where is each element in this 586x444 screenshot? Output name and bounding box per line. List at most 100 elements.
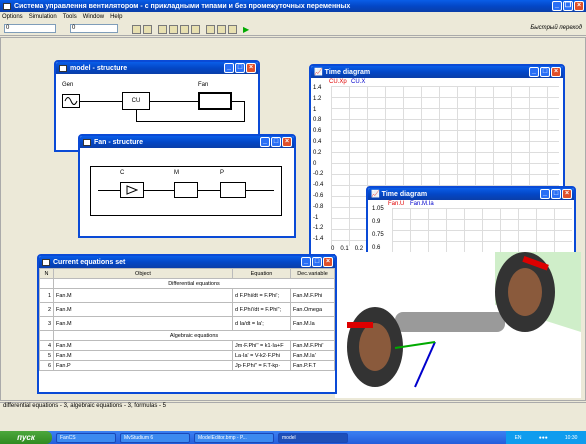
y-tick-label: 1.4 (313, 85, 322, 91)
task-label: FanCS (60, 434, 76, 441)
table-row[interactable]: 4 Fan.M Jm·F.Phi'' = k1·Ia+F Fan.M.F.Phi' (39, 340, 335, 351)
model-maximize-button[interactable]: □ (235, 63, 245, 73)
task-model[interactable]: model (278, 432, 348, 443)
table-row[interactable]: 6 Fan.P Jp·F.Phi'' = F.T-kp· Fan.P.F.T (39, 360, 335, 371)
play-icon[interactable]: ▶ (243, 25, 249, 34)
legend-cu-xp: CU.Xp (329, 79, 347, 85)
cu-block[interactable]: CU (122, 92, 150, 110)
time1-maximize-button[interactable]: □ (540, 67, 550, 77)
row-n: 2 (39, 302, 54, 317)
table-row[interactable]: 1 Fan.M d F.Phi/dt = F.Phi'; Fan.M.F.Phi (39, 288, 335, 303)
language-indicator[interactable]: EN (515, 435, 522, 441)
taskbar: пуск FanCS MvStudium 6 ModelEditor.bmp -… (0, 431, 586, 444)
header-n[interactable]: N (39, 268, 54, 279)
toolbar-icon-3[interactable] (158, 24, 167, 34)
model-close-button[interactable]: × (246, 63, 256, 73)
feedback-vertical (244, 101, 245, 121)
model-minimize-button[interactable]: _ (224, 63, 234, 73)
toolbar-icon-1[interactable] (132, 24, 141, 34)
fan-structure-window[interactable]: Fan - structure _ □ × C M P (78, 134, 296, 238)
fan-maximize-button[interactable]: □ (271, 137, 281, 147)
c-block[interactable] (120, 182, 144, 198)
eq-minimize-button[interactable]: _ (301, 257, 311, 267)
row-equation: Jm·F.Phi'' = k1·Ia+F (232, 340, 291, 351)
time1-titlebar: 📈 Time diagram _ □ × (311, 66, 563, 78)
3d-view[interactable] (335, 252, 581, 398)
menu-tools[interactable]: Tools (63, 14, 77, 20)
row-n: 6 (39, 360, 54, 371)
fan-close-button[interactable]: × (282, 137, 292, 147)
time2-close-button[interactable]: × (562, 189, 572, 199)
time2-title: Time diagram (381, 190, 428, 198)
task-mvstudium[interactable]: MvStudium 6 (120, 432, 190, 443)
minimize-button[interactable]: _ (552, 1, 562, 11)
equations-window[interactable]: Current equations set _ □ × N Object Equat… (37, 254, 337, 394)
toolbar-icon-5[interactable] (180, 24, 189, 34)
table-row[interactable]: 2 Fan.M d F.Phi'/dt = F.Phi''; Fan.Omega (39, 302, 335, 317)
graph-icon: 📈 (371, 191, 380, 198)
close-button[interactable]: × (574, 1, 584, 11)
toolbar-icon-7[interactable] (206, 24, 215, 34)
gen-block[interactable] (62, 94, 80, 108)
table-icon (42, 258, 50, 266)
system-tray: EN ●●● 10:30 (506, 431, 586, 444)
table-row[interactable]: 5 Fan.M La·Ia' = V-k2·F.Phi Fan.M.Ia' (39, 350, 335, 361)
row-equation: d F.Phi'/dt = F.Phi''; (232, 302, 291, 317)
fan-minimize-button[interactable]: _ (260, 137, 270, 147)
menu-options[interactable]: Options (2, 14, 23, 20)
menu-help[interactable]: Help (110, 14, 122, 20)
header-object[interactable]: Object (53, 268, 233, 279)
time2-minimize-button[interactable]: _ (540, 189, 550, 199)
model-window-title: model - structure (70, 64, 128, 72)
m-block[interactable] (174, 182, 198, 198)
left-wheel-hub (359, 323, 391, 371)
fan-window-title: Fan - structure (94, 138, 144, 146)
quick-jump-button[interactable]: Быстрый переход (530, 25, 582, 31)
restore-button[interactable]: ❐ (563, 1, 573, 11)
header-equation[interactable]: Equation (232, 268, 291, 279)
toolbar-icon-4[interactable] (169, 24, 178, 34)
task-modeleditor[interactable]: ModelEditor.bmp - P... (194, 432, 274, 443)
structure-icon (59, 64, 67, 72)
app-icon (3, 2, 11, 10)
start-button[interactable]: пуск (0, 431, 52, 444)
fan-block[interactable] (198, 92, 232, 110)
m-label: M (174, 170, 179, 176)
y-tick-label: -0.2 (313, 171, 324, 178)
toolbar-icon-9[interactable] (228, 24, 237, 34)
equations-title: Current equations set (53, 258, 126, 266)
time2-titlebar: 📈 Time diagram _ □ × (368, 188, 574, 200)
app-title: Система управлення вентилятором - с прик… (14, 2, 351, 10)
sine-icon (64, 97, 78, 105)
task-fancs[interactable]: FanCS (56, 432, 116, 443)
p-block[interactable] (220, 182, 246, 198)
app-titlebar: Система управлення вентилятором - с прик… (0, 0, 586, 12)
time-field-2[interactable]: 0 (70, 24, 118, 33)
time1-close-button[interactable]: × (551, 67, 561, 77)
toolbar-icon-2[interactable] (143, 24, 152, 34)
toolbar-icon-8[interactable] (217, 24, 226, 34)
menu-simulation[interactable]: Simulation (29, 14, 57, 20)
amplifier-icon (126, 185, 138, 195)
link-gen-cu (80, 101, 122, 102)
header-dec-variable[interactable]: Dec.variable (290, 268, 335, 279)
toolbar-icon-6[interactable] (191, 24, 200, 34)
menu-window[interactable]: Window (83, 14, 104, 20)
time1-minimize-button[interactable]: _ (529, 67, 539, 77)
feedback-horizontal (136, 121, 245, 122)
axle-shape (395, 312, 505, 332)
row-variable: Fan.M.F.Phi (290, 288, 335, 303)
y-tick-label: 0.6 (372, 245, 381, 251)
time2-maximize-button[interactable]: □ (551, 189, 561, 199)
link-m-p (198, 190, 220, 191)
structure-icon (83, 138, 91, 146)
y-tick-label: -0.4 (313, 182, 324, 189)
status-bar: differential equations - 3, algebraic eq… (0, 402, 586, 412)
table-row[interactable]: 3 Fan.M d Ia/dt = Ia'; Fan.M.Ia (39, 316, 335, 331)
row-n: 1 (39, 288, 54, 303)
row-n: 3 (39, 316, 54, 331)
time-field-1[interactable]: 0 (4, 24, 56, 33)
eq-maximize-button[interactable]: □ (312, 257, 322, 267)
task-label: ModelEditor.bmp - P... (198, 434, 247, 441)
eq-close-button[interactable]: × (323, 257, 333, 267)
